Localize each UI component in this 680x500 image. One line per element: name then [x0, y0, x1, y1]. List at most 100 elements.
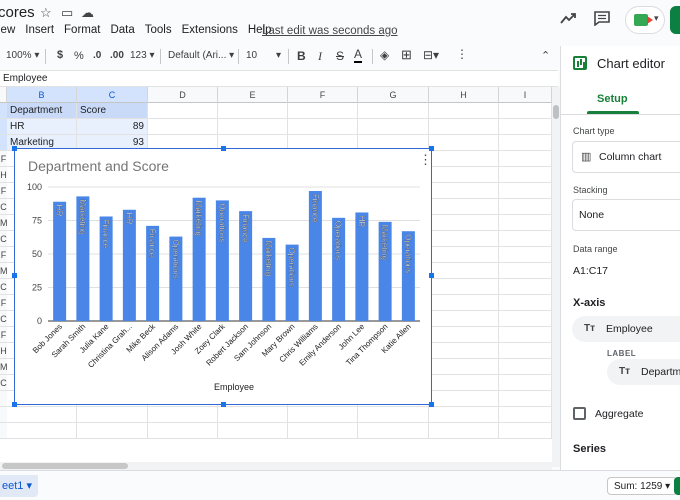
- menu-insert[interactable]: Insert: [25, 24, 54, 42]
- grid-cell[interactable]: [429, 423, 499, 439]
- zoom-select[interactable]: 100% ▾: [6, 50, 39, 61]
- resize-handle[interactable]: [221, 146, 226, 151]
- formula-content[interactable]: Employee: [3, 73, 47, 84]
- cell-score-header[interactable]: Score: [77, 103, 148, 119]
- grid-cell[interactable]: [499, 391, 552, 407]
- resize-handle[interactable]: [429, 402, 434, 407]
- last-edit-link[interactable]: Last edit was seconds ago: [262, 25, 398, 37]
- grid-cell[interactable]: [218, 103, 288, 119]
- row-header[interactable]: [0, 423, 7, 439]
- grid-cell[interactable]: [148, 119, 218, 135]
- grid-cell[interactable]: [429, 215, 499, 231]
- grid-cell[interactable]: [429, 183, 499, 199]
- meet-button[interactable]: ▾: [625, 6, 665, 34]
- font-select[interactable]: Default (Ari... ▾: [168, 50, 234, 61]
- grid-cell[interactable]: [429, 375, 499, 391]
- grid-cell[interactable]: [429, 295, 499, 311]
- resize-handle[interactable]: [12, 273, 17, 278]
- grid-cell[interactable]: [499, 311, 552, 327]
- scroll-thumb[interactable]: [553, 105, 559, 119]
- increase-decimal-button[interactable]: .00: [110, 50, 124, 61]
- grid-cell[interactable]: [499, 103, 552, 119]
- grid-cell[interactable]: [429, 135, 499, 151]
- strikethrough-button[interactable]: S: [336, 49, 344, 63]
- aggregate-checkbox[interactable]: [573, 407, 586, 420]
- grid-cell[interactable]: [429, 327, 499, 343]
- column-header-c[interactable]: C: [77, 87, 148, 103]
- grid-cell[interactable]: [429, 151, 499, 167]
- menu-tools[interactable]: Tools: [145, 24, 172, 42]
- sum-indicator[interactable]: Sum: 1259 ▾: [607, 477, 678, 495]
- grid-cell[interactable]: [288, 407, 358, 423]
- font-size-input[interactable]: 10: [246, 50, 257, 61]
- grid-cell[interactable]: [499, 183, 552, 199]
- trending-icon[interactable]: [560, 12, 576, 24]
- stacking-select[interactable]: None: [572, 199, 680, 231]
- grid-cell[interactable]: [429, 407, 499, 423]
- grid-cell[interactable]: [499, 359, 552, 375]
- resize-handle[interactable]: [221, 402, 226, 407]
- grid-cell[interactable]: [429, 311, 499, 327]
- menu-format[interactable]: Format: [64, 24, 100, 42]
- scroll-thumb[interactable]: [2, 463, 128, 469]
- bold-button[interactable]: B: [297, 49, 306, 63]
- grid-cell[interactable]: [499, 247, 552, 263]
- grid-cell[interactable]: [499, 295, 552, 311]
- grid-cell[interactable]: [429, 119, 499, 135]
- menu-data[interactable]: Data: [110, 24, 134, 42]
- grid-cell[interactable]: [218, 407, 288, 423]
- comment-icon[interactable]: [594, 11, 610, 26]
- grid-cell[interactable]: [429, 247, 499, 263]
- column-header-g[interactable]: G: [358, 87, 429, 103]
- chart-type-select[interactable]: ▥ Column chart: [572, 141, 680, 173]
- column-header-d[interactable]: D: [148, 87, 218, 103]
- chart-canvas[interactable]: 0255075100HRBob JonesMarketingSarah Smit…: [15, 149, 433, 406]
- grid-cell[interactable]: [429, 391, 499, 407]
- currency-button[interactable]: $: [57, 49, 63, 61]
- grid-cell[interactable]: [499, 423, 552, 439]
- grid-cell[interactable]: [499, 343, 552, 359]
- label-chip[interactable]: Tт Department: [607, 359, 680, 385]
- grid-cell[interactable]: [429, 359, 499, 375]
- number-format-select[interactable]: 123 ▾: [130, 50, 155, 61]
- tab-setup[interactable]: Setup: [597, 93, 628, 105]
- grid-cell[interactable]: [499, 407, 552, 423]
- cell-score[interactable]: 89: [77, 119, 148, 135]
- sheet-tab[interactable]: eet1 ▾: [0, 475, 38, 497]
- cell-department[interactable]: HR: [7, 119, 77, 135]
- grid-cell[interactable]: [77, 407, 148, 423]
- grid-cell[interactable]: [77, 423, 148, 439]
- share-button[interactable]: [670, 6, 680, 34]
- grid-cell[interactable]: [358, 103, 429, 119]
- grid-cell[interactable]: [288, 119, 358, 135]
- percent-button[interactable]: %: [74, 50, 84, 62]
- grid-cell[interactable]: [499, 199, 552, 215]
- horizontal-scrollbar[interactable]: [0, 462, 552, 470]
- row-header[interactable]: [0, 391, 7, 407]
- explore-button[interactable]: [674, 477, 680, 495]
- move-folder-icon[interactable]: ▭: [61, 5, 73, 21]
- fill-color-icon[interactable]: ◈: [380, 48, 389, 62]
- more-options-icon[interactable]: ⋮: [456, 47, 468, 61]
- collapse-toolbar-icon[interactable]: ⌃: [541, 49, 550, 62]
- column-header-e[interactable]: E: [218, 87, 288, 103]
- grid-cell[interactable]: [499, 167, 552, 183]
- grid-cell[interactable]: [148, 407, 218, 423]
- italic-button[interactable]: I: [318, 49, 322, 64]
- grid-cell[interactable]: [218, 119, 288, 135]
- grid-cell[interactable]: [218, 423, 288, 439]
- grid-cell[interactable]: [429, 199, 499, 215]
- resize-handle[interactable]: [12, 146, 17, 151]
- decrease-decimal-button[interactable]: .0: [93, 50, 101, 61]
- menu-view[interactable]: iew: [0, 24, 15, 42]
- resize-handle[interactable]: [429, 273, 434, 278]
- grid-cell[interactable]: [358, 119, 429, 135]
- borders-icon[interactable]: ⊞: [401, 47, 412, 63]
- grid-cell[interactable]: [429, 343, 499, 359]
- row-header[interactable]: [0, 407, 7, 423]
- corner-header[interactable]: [0, 87, 7, 103]
- grid-cell[interactable]: [499, 215, 552, 231]
- grid-cell[interactable]: [288, 103, 358, 119]
- merge-cells-icon[interactable]: ⊟▾: [423, 48, 439, 62]
- vertical-scrollbar[interactable]: [552, 87, 560, 467]
